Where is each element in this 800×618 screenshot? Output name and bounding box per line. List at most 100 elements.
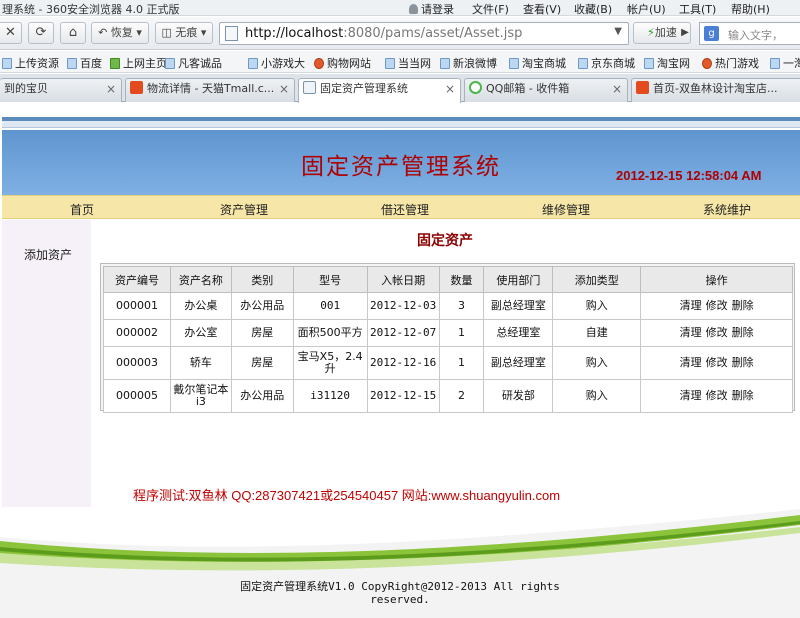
tab-item[interactable]: QQ邮箱 - 收件箱 × [464,78,628,102]
nav-borrow-return[interactable]: 借还管理 [381,201,429,218]
delete-link[interactable]: 删除 [732,356,754,369]
cell-entry-date: 2012-12-15 [366,379,440,413]
footer-line-1: 固定资产管理系统V1.0 CopyRight@2012-2013 All rig… [240,580,560,593]
cell-asset-id: 000005 [103,379,171,413]
clear-link[interactable]: 清理 [680,299,702,312]
close-icon[interactable]: × [445,79,455,99]
address-url[interactable]: http://localhost:8080/pams/asset/Asset.j… [245,26,522,41]
tmall-icon [130,81,143,94]
bookmark-item[interactable]: 小游戏大 [248,55,305,71]
page-icon [303,81,316,94]
menu-tools[interactable]: 工具(T) [679,0,731,16]
chevron-down-icon[interactable]: ▼ [614,26,622,37]
menu-file[interactable]: 文件(F) [472,0,523,16]
nav-home[interactable]: 首页 [70,201,94,218]
nav-asset-management[interactable]: 资产管理 [220,201,268,218]
bookmarks-bar: 上传资源 百度 上网主页 凡客诚品 小游戏大 购物网站 当当网 新浪微博 淘宝商… [0,51,800,73]
cell-department: 副总经理室 [483,292,554,320]
edit-link[interactable]: 修改 [706,356,728,369]
page-icon [225,26,238,41]
cell-model: i31120 [292,379,368,413]
sidebar: 添加资产 [2,220,91,507]
cell-asset-name: 办公桌 [169,292,232,320]
browser-menubar: 请登录 文件(F) 查看(V) 收藏(B) 帐户(U) 工具(T) 帮助(H) [405,0,779,16]
edit-link[interactable]: 修改 [706,299,728,312]
site-banner: 固定资产管理系统 2012-12-15 12:58:04 AM [2,130,800,195]
refresh-button[interactable]: ⟳ [28,22,54,44]
cell-actions: 清理 修改 删除 [640,346,793,380]
bookmark-item[interactable]: 淘宝商城 [509,55,566,71]
col-add-type: 添加类型 [552,266,642,293]
bookmark-item[interactable]: 京东商城 [578,55,635,71]
cell-asset-id: 000001 [103,292,171,320]
menu-view[interactable]: 查看(V) [523,0,574,16]
page-icon [440,58,450,69]
col-category: 类别 [230,266,294,293]
table-header-row: 资产编号 资产名称 类别 型号 入帐日期 数量 使用部门 添加类型 操作 [103,266,793,293]
tab-item[interactable]: 到的宝贝 × [0,78,122,102]
bookmark-item[interactable]: 当当网 [385,55,431,71]
bookmark-item[interactable]: 凡客诚品 [165,55,222,71]
clear-link[interactable]: 清理 [680,356,702,369]
page-icon [770,58,780,69]
edit-link[interactable]: 修改 [706,389,728,402]
cell-actions: 清理 修改 删除 [640,319,793,347]
cell-quantity: 1 [438,346,485,380]
menu-favorites[interactable]: 收藏(B) [574,0,627,16]
cell-quantity: 3 [438,292,485,320]
cell-add-type: 购入 [552,292,642,320]
table-row: 000001 办公桌 办公用品 001 2012-12-03 3 副总经理室 购… [103,292,793,320]
incognito-button[interactable]: ◫ 无痕 ▾ [155,22,213,44]
bookmark-item[interactable]: 上传资源 [2,55,59,71]
page-icon [67,58,77,69]
bookmark-item[interactable]: 新浪微博 [440,55,497,71]
asset-table: 资产编号 资产名称 类别 型号 入帐日期 数量 使用部门 添加类型 操作 000… [103,266,793,413]
bookmark-item[interactable]: 一淘 [770,55,800,71]
delete-link[interactable]: 删除 [732,326,754,339]
tab-item[interactable]: 物流详情 - 天猫Tmall.c... × [125,78,295,102]
table-row: 000003 轿车 房屋 宝马X5，2.4升 2012-12-16 1 副总经理… [103,346,793,380]
delete-link[interactable]: 删除 [732,299,754,312]
home-button[interactable]: ⌂ [60,22,86,44]
tab-item-active[interactable]: 固定资产管理系统 × [298,78,461,103]
cell-quantity: 1 [438,319,485,347]
col-department: 使用部门 [483,266,554,293]
tab-item[interactable]: 首页-双鱼林设计淘宝店... [631,78,800,102]
nav-maintenance[interactable]: 维修管理 [542,201,590,218]
cell-asset-id: 000003 [103,346,171,380]
delete-link[interactable]: 删除 [732,389,754,402]
bookmark-item[interactable]: 购物网站 [314,55,371,71]
cell-model: 001 [292,292,368,320]
refresh-icon: ⟳ [35,25,47,40]
nav-system[interactable]: 系统维护 [703,201,751,218]
col-model: 型号 [292,266,368,293]
go-arrow-icon[interactable]: ▶ [676,23,694,45]
col-asset-name: 资产名称 [169,266,232,293]
page-icon [2,58,12,69]
cell-category: 办公用品 [230,292,294,320]
close-icon[interactable]: × [279,79,289,99]
stop-button[interactable]: ✕ [0,22,22,44]
menu-help[interactable]: 帮助(H) [731,0,779,16]
game-icon [702,58,712,69]
bookmark-item[interactable]: 百度 [67,55,102,71]
cell-model: 宝马X5，2.4升 [292,346,368,380]
cell-asset-name: 戴尔笔记本i3 [169,379,232,413]
page-icon [165,58,175,69]
address-bar[interactable]: http://localhost:8080/pams/asset/Asset.j… [219,22,629,45]
sidebar-item-add-asset[interactable]: 添加资产 [24,246,72,263]
close-icon[interactable]: × [612,79,622,99]
menu-login[interactable]: 请登录 [405,0,472,16]
search-input[interactable]: g 输入文字， [699,22,800,45]
bookmark-item[interactable]: 热门游戏 [702,55,759,71]
clear-link[interactable]: 清理 [680,389,702,402]
bookmark-item[interactable]: 淘宝网 [644,55,690,71]
bookmark-item[interactable]: 上网主页 [110,55,167,71]
restore-button[interactable]: ↶ 恢复 ▾ [91,22,149,44]
cell-department: 副总经理室 [483,346,554,380]
close-icon[interactable]: × [106,79,116,99]
clear-link[interactable]: 清理 [680,326,702,339]
col-entry-date: 入帐日期 [366,266,440,293]
edit-link[interactable]: 修改 [706,326,728,339]
menu-account[interactable]: 帐户(U) [627,0,679,16]
